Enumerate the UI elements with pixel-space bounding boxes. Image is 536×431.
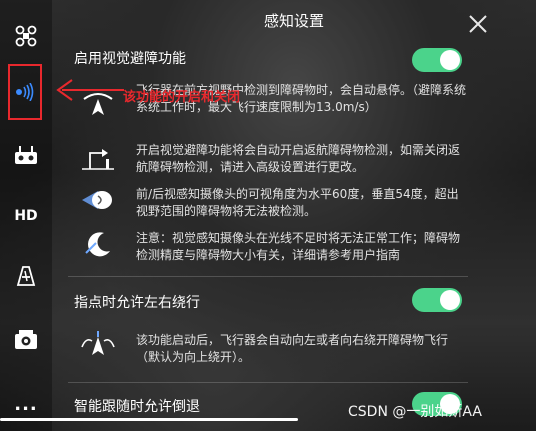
description-return-home: 开启视觉避障功能将会自动开启返航障碍物检测，如需关闭返航障碍物检测，请进入高级设… bbox=[136, 143, 461, 174]
camera-icon[interactable] bbox=[0, 320, 52, 360]
annotation-label: 该功能的开启和关闭 bbox=[123, 90, 241, 105]
setting-title-obstacle-avoidance: 启用视觉避障功能 bbox=[74, 51, 186, 67]
toggle-knob bbox=[440, 290, 460, 310]
watermark: CSDN @一别如斯AA bbox=[348, 404, 482, 420]
setting-title-bypass: 指点时允许左右绕行 bbox=[74, 295, 200, 311]
description-night: 注意：视觉感知摄像头在光线不足时将无法正常工作；障碍物检测精度与障碍物大小有关，… bbox=[136, 231, 461, 262]
description-vision-sensor: 前/后视感知摄像头的可视角度为水平60度，垂直54度，超出视野范围的障碍物将无法… bbox=[136, 187, 459, 218]
divider bbox=[68, 276, 468, 277]
annotation-arrow-icon bbox=[56, 79, 124, 101]
more-label: ... bbox=[14, 393, 38, 415]
bypass-icon bbox=[76, 326, 120, 366]
remote-controller-icon[interactable] bbox=[0, 136, 52, 176]
vision-sensor-icon bbox=[76, 180, 120, 220]
description-bypass: 该功能启动后，飞行器会自动向左或者向右绕开障碍物飞行（默认为向上绕开）。 bbox=[136, 333, 449, 364]
setting-title-follow-backward: 智能跟随时允许倒退 bbox=[74, 399, 200, 415]
toggle-bypass[interactable] bbox=[412, 288, 462, 312]
hd-icon[interactable]: HD bbox=[0, 196, 52, 236]
home-indicator bbox=[0, 418, 298, 421]
battery-icon[interactable] bbox=[0, 256, 52, 296]
divider bbox=[68, 382, 468, 383]
toggle-obstacle-avoidance[interactable] bbox=[412, 48, 462, 72]
night-icon bbox=[76, 224, 120, 264]
drone-icon[interactable] bbox=[0, 16, 52, 56]
return-home-icon bbox=[76, 140, 120, 180]
signal-icon[interactable] bbox=[8, 64, 42, 120]
toggle-knob bbox=[440, 50, 460, 70]
close-icon[interactable] bbox=[464, 10, 492, 38]
sidebar: HD ... bbox=[0, 0, 52, 431]
hd-label: HD bbox=[14, 208, 38, 224]
